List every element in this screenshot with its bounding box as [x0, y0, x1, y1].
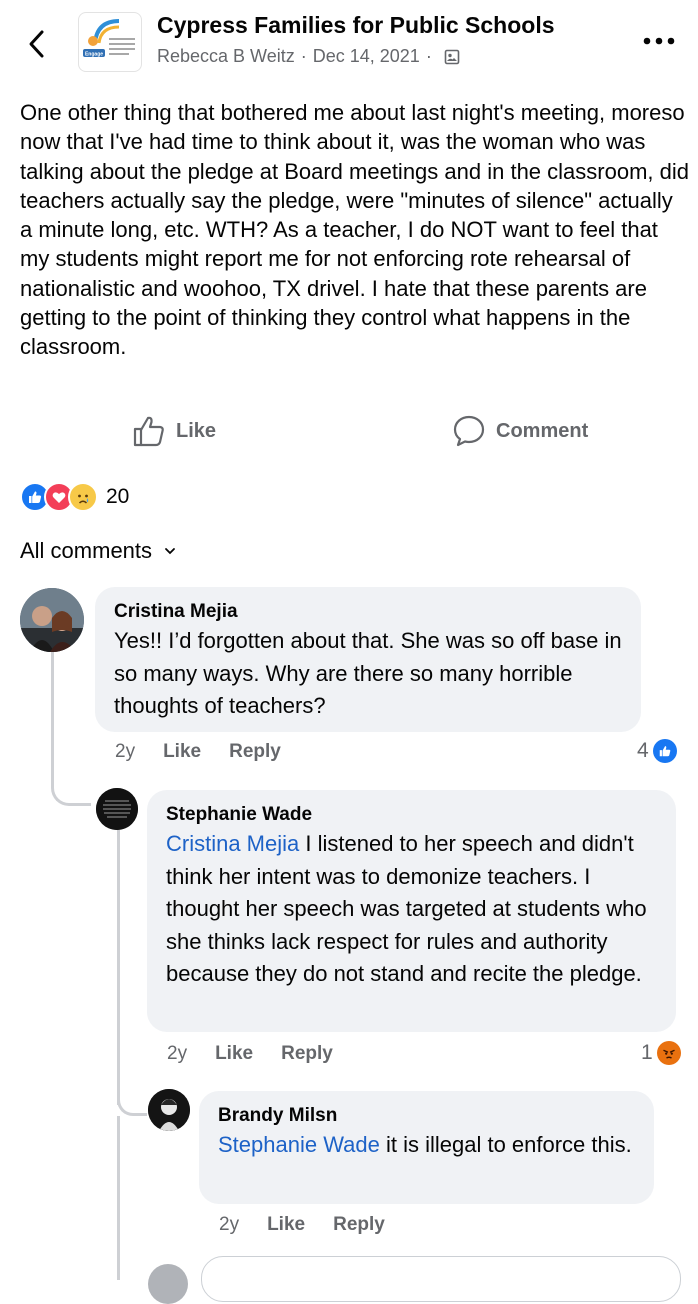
- like-button-label: Like: [176, 419, 217, 442]
- comment-reaction-count[interactable]: 4: [637, 739, 677, 763]
- comment-reply-button[interactable]: Reply: [281, 1043, 333, 1065]
- comment-mention[interactable]: Stephanie Wade: [218, 1132, 380, 1157]
- comment-like-button[interactable]: Like: [215, 1043, 253, 1065]
- comment-like-button[interactable]: Like: [267, 1214, 305, 1236]
- group-logo-text: Engage: [85, 52, 103, 58]
- author-name[interactable]: Rebecca B Weitz: [157, 46, 295, 67]
- comments-filter-dropdown[interactable]: All comments: [20, 538, 176, 564]
- sad-reaction-icon: [68, 482, 98, 512]
- angry-reaction-icon: [656, 1041, 681, 1065]
- post-meta: Rebecca B Weitz · Dec 14, 2021 ·: [157, 46, 460, 67]
- back-arrow-icon: [29, 30, 44, 58]
- comment-time[interactable]: 2y: [167, 1043, 187, 1065]
- comment-reaction-count[interactable]: 1: [641, 1041, 681, 1065]
- thread-connector: [117, 1088, 147, 1116]
- chevron-down-icon: [165, 548, 175, 555]
- comment-author[interactable]: Brandy Milsn: [218, 1105, 337, 1127]
- like-button[interactable]: Like: [132, 414, 216, 448]
- comment-button[interactable]: Comment: [452, 414, 588, 448]
- comment-text-body: it is illegal to enforce this.: [379, 1132, 632, 1157]
- meta-separator-2: ·: [425, 46, 432, 66]
- meta-separator: ·: [300, 46, 307, 66]
- comments-filter-label: All comments: [20, 538, 153, 563]
- comment-reply-button[interactable]: Reply: [333, 1214, 385, 1236]
- avatar[interactable]: [96, 788, 138, 830]
- like-reaction-icon: [652, 739, 677, 763]
- avatar[interactable]: [20, 588, 84, 652]
- comment-icon: [453, 415, 485, 447]
- thread-connector: [51, 770, 91, 806]
- thread-line: [117, 1116, 120, 1280]
- post-body: One other thing that bothered me about l…: [20, 100, 689, 360]
- thread-line: [117, 830, 120, 1105]
- privacy-icon: [444, 49, 460, 64]
- back-button[interactable]: [14, 22, 58, 66]
- comment-bubble: Brandy Milsn Stephanie Wade it is illega…: [199, 1091, 654, 1204]
- comment-meta: 2y Like Reply: [167, 1043, 333, 1065]
- reply-input[interactable]: [201, 1256, 681, 1302]
- thread-line: [51, 652, 54, 787]
- comment-reaction-number: 4: [637, 739, 649, 762]
- post-date[interactable]: Dec 14, 2021: [313, 46, 420, 67]
- group-avatar[interactable]: Engage: [78, 12, 142, 72]
- comment-author[interactable]: Cristina Mejia: [114, 601, 238, 623]
- avatar[interactable]: [148, 1089, 190, 1131]
- comment-like-button[interactable]: Like: [163, 741, 201, 763]
- comment-reply-button[interactable]: Reply: [229, 741, 281, 763]
- group-name[interactable]: Cypress Families for Public Schools: [157, 12, 555, 39]
- reactions-summary[interactable]: 20: [20, 482, 129, 512]
- comment-bubble: Cristina Mejia Yes!! I’d forgotten about…: [95, 587, 641, 732]
- more-icon: [643, 37, 675, 45]
- comment-mention[interactable]: Cristina Mejia: [166, 831, 299, 856]
- comment-reaction-number: 1: [641, 1041, 653, 1064]
- comment-text: Yes!! I’d forgotten about that. She was …: [114, 628, 622, 718]
- comment-meta: 2y Like Reply: [115, 741, 281, 763]
- comment-time[interactable]: 2y: [219, 1214, 239, 1236]
- comment-button-label: Comment: [496, 419, 589, 442]
- like-icon: [133, 416, 164, 447]
- comment-time[interactable]: 2y: [115, 741, 135, 763]
- comment-meta: 2y Like Reply: [219, 1214, 385, 1236]
- comment-text: Stephanie Wade it is illegal to enforce …: [218, 1129, 643, 1162]
- comment-author[interactable]: Stephanie Wade: [166, 804, 312, 826]
- comment-text: Cristina Mejia I listened to her speech …: [166, 828, 662, 991]
- group-logo: Engage: [83, 19, 135, 58]
- more-options-button[interactable]: [638, 26, 680, 56]
- reaction-count: 20: [106, 485, 130, 508]
- comment-bubble: Stephanie Wade Cristina Mejia I listened…: [147, 790, 676, 1032]
- my-avatar: [148, 1264, 188, 1304]
